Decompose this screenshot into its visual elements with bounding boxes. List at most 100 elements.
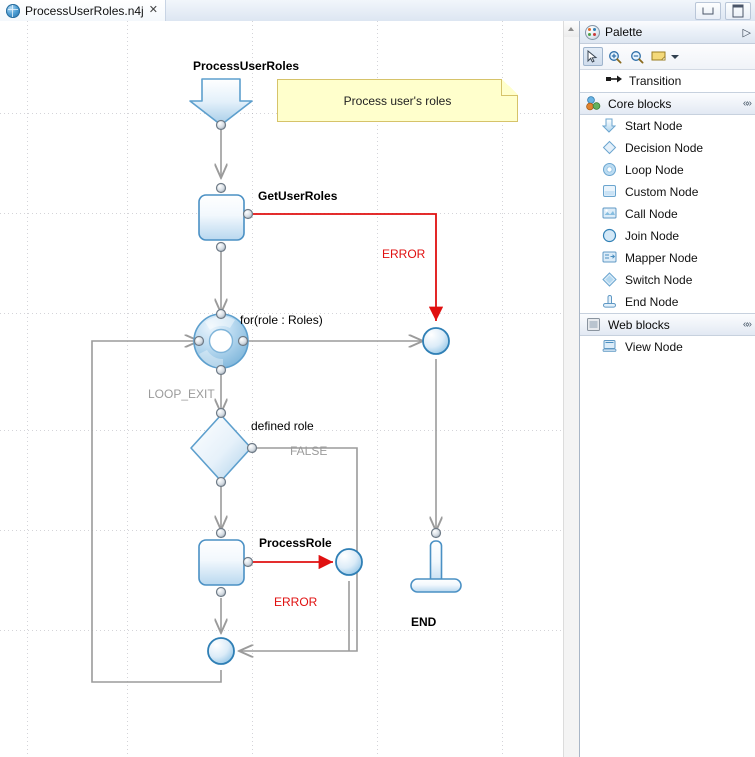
- edge-error-getroles: [247, 213, 444, 321]
- node-getuserroles[interactable]: [198, 194, 245, 241]
- error-connector-group: [247, 213, 444, 570]
- join-node-icon: [602, 228, 618, 244]
- node-label-processrole: ProcessRole: [259, 536, 332, 550]
- node-label-start: ProcessUserRoles: [193, 59, 300, 73]
- port: [215, 476, 227, 488]
- palette-item-label: Start Node: [625, 119, 683, 133]
- window-controls: [695, 2, 751, 20]
- palette-item-end-node[interactable]: End Node: [580, 291, 755, 313]
- palette-item-label: Join Node: [625, 229, 680, 243]
- palette-item-mapper-node[interactable]: Mapper Node: [580, 247, 755, 269]
- canvas-vertical-scrollbar[interactable]: [563, 21, 580, 757]
- palette-item-transition[interactable]: Transition: [580, 70, 755, 92]
- collapse-chevron-icon[interactable]: «»: [743, 98, 752, 109]
- port: [215, 527, 227, 539]
- port: [215, 119, 227, 131]
- palette-icon: [585, 24, 600, 40]
- palette-item-label: Custom Node: [625, 185, 699, 199]
- edge-label-error-top: ERROR: [382, 247, 426, 261]
- custom-node-icon: [602, 184, 618, 200]
- palette-item-label: Switch Node: [625, 273, 693, 287]
- palette-item-custom-node[interactable]: Custom Node: [580, 181, 755, 203]
- node-label-getuserroles: GetUserRoles: [258, 189, 338, 203]
- edge-label-error-bottom: ERROR: [274, 595, 318, 609]
- port: [215, 308, 227, 320]
- palette-item-label: Loop Node: [625, 163, 684, 177]
- port: [215, 407, 227, 419]
- palette-item-label: Call Node: [625, 207, 678, 221]
- zoom-out-icon: [631, 50, 644, 63]
- palette-item-label: Mapper Node: [625, 251, 698, 265]
- palette-item-loop-node[interactable]: Loop Node: [580, 159, 755, 181]
- palette-toolbar: [580, 44, 755, 70]
- connector-group: [91, 125, 436, 683]
- palette-section-label: Core blocks: [608, 96, 672, 111]
- switch-node-icon: [602, 272, 618, 288]
- note-tool-button[interactable]: [649, 47, 669, 66]
- palette-section-core-blocks[interactable]: Core blocks «»: [580, 92, 755, 115]
- node-join-bottom[interactable]: [207, 637, 235, 665]
- palette-item-label: End Node: [625, 295, 679, 309]
- edge-label-false: FALSE: [290, 444, 328, 458]
- loop-node-icon: [602, 162, 618, 178]
- start-node-icon: [601, 118, 618, 134]
- port: [215, 364, 227, 376]
- flow-graph: [91, 78, 462, 683]
- port: [215, 241, 227, 253]
- port: [430, 527, 442, 539]
- edge-label-loop-exit: LOOP_EXIT: [148, 387, 215, 401]
- palette-section-label: Web blocks: [608, 317, 670, 332]
- port: [242, 208, 254, 220]
- maximize-icon: [732, 4, 744, 18]
- diagram-canvas[interactable]: Process user's roles ProcessUserRoles Ge…: [0, 21, 563, 757]
- port: [237, 335, 249, 347]
- zoom-out-tool-button[interactable]: [627, 47, 647, 66]
- palette-item-decision-node[interactable]: Decision Node: [580, 137, 755, 159]
- palette-item-label: Transition: [629, 74, 682, 88]
- scroll-up-icon[interactable]: [564, 21, 579, 37]
- mapper-node-icon: [602, 250, 618, 266]
- diagram-file-icon: [6, 3, 20, 18]
- port: [215, 586, 227, 598]
- close-icon[interactable]: ✕: [149, 5, 158, 16]
- port: [242, 556, 254, 568]
- end-node-icon: [602, 294, 618, 310]
- minimize-icon: [702, 7, 714, 15]
- palette-item-switch-node[interactable]: Switch Node: [580, 269, 755, 291]
- zoom-in-tool-button[interactable]: [605, 47, 625, 66]
- node-decision[interactable]: [190, 414, 252, 482]
- node-join-error-top[interactable]: [422, 327, 450, 355]
- palette-item-start-node[interactable]: Start Node: [580, 115, 755, 137]
- node-label-decision: defined role: [251, 419, 314, 433]
- editor-tab-strip: ProcessUserRoles.n4j ✕: [0, 0, 166, 21]
- port: [215, 182, 227, 194]
- palette-collapse-icon[interactable]: ▷: [743, 26, 751, 39]
- node-processrole[interactable]: [198, 539, 245, 586]
- node-label-loop: for(role : Roles): [240, 313, 323, 327]
- editor-tab-processuserroles[interactable]: ProcessUserRoles.n4j ✕: [0, 0, 166, 21]
- palette-item-join-node[interactable]: Join Node: [580, 225, 755, 247]
- select-tool-button[interactable]: [583, 47, 603, 66]
- flow-editor-window: ProcessUserRoles.n4j ✕ Process user's ro…: [0, 0, 755, 757]
- node-label-end: END: [411, 615, 437, 629]
- palette-item-label: Decision Node: [625, 141, 704, 155]
- palette-panel: Palette ▷ Transition Core blocks «» Star…: [579, 21, 755, 757]
- node-end[interactable]: [410, 540, 462, 593]
- note-icon: [651, 51, 666, 61]
- minimize-button[interactable]: [695, 2, 721, 20]
- palette-title: Palette: [605, 25, 643, 39]
- core-blocks-icon: [586, 95, 602, 112]
- palette-item-call-node[interactable]: Call Node: [580, 203, 755, 225]
- node-join-error-bottom[interactable]: [335, 548, 363, 576]
- decision-node-icon: [602, 140, 618, 156]
- palette-header: Palette ▷: [580, 21, 755, 44]
- palette-item-view-node[interactable]: View Node: [580, 336, 755, 358]
- collapse-chevron-icon[interactable]: «»: [743, 319, 752, 330]
- node-start[interactable]: [189, 78, 253, 126]
- web-blocks-icon: [586, 317, 602, 333]
- maximize-button[interactable]: [725, 2, 751, 20]
- palette-section-web-blocks[interactable]: Web blocks «»: [580, 313, 755, 336]
- window-title-bar: ProcessUserRoles.n4j ✕: [0, 0, 755, 22]
- note-tool-dropdown-icon[interactable]: [671, 54, 679, 59]
- palette-item-label: View Node: [625, 340, 683, 354]
